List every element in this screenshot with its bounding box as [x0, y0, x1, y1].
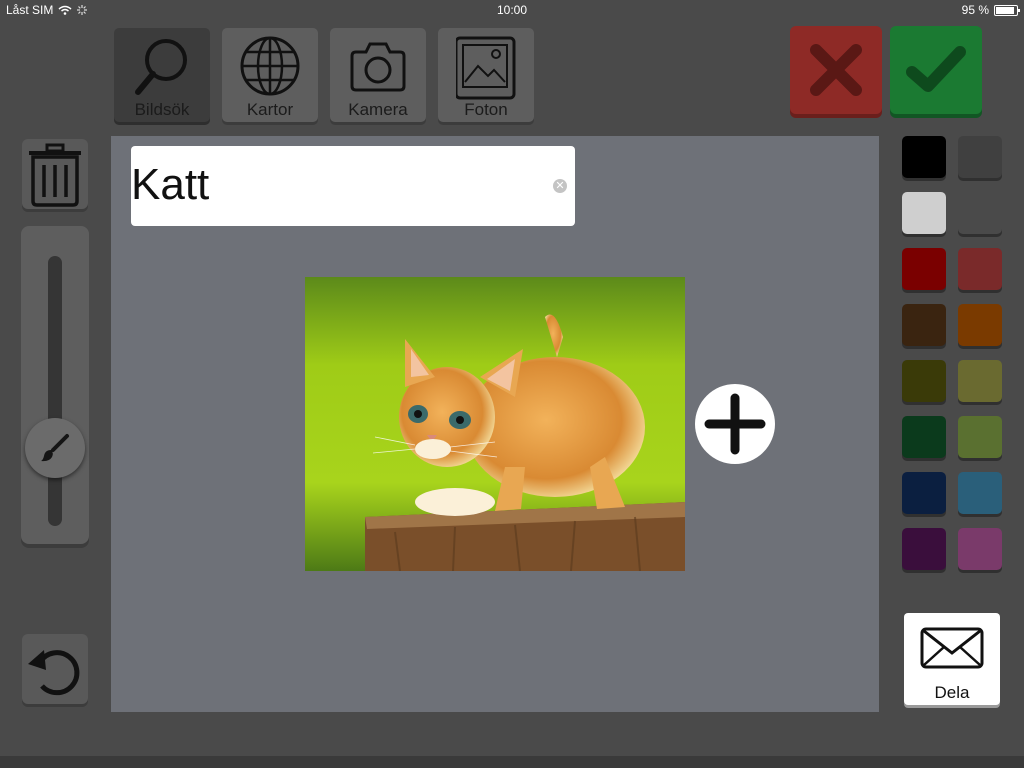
share-button[interactable]: Dela [904, 613, 1000, 705]
color-swatch[interactable] [958, 472, 1002, 514]
color-swatch[interactable] [902, 192, 946, 234]
undo-button[interactable] [22, 634, 88, 704]
close-icon [810, 44, 862, 96]
checkmark-icon [906, 46, 966, 92]
clear-text-icon[interactable]: ✕ [553, 179, 567, 193]
plus-icon [704, 393, 766, 455]
maps-button[interactable]: Kartor [222, 28, 318, 122]
photos-button[interactable]: Foton [438, 28, 534, 122]
drawing-canvas[interactable]: Katt ✕ [111, 136, 879, 712]
color-swatch[interactable] [958, 360, 1002, 402]
color-swatch[interactable] [902, 472, 946, 514]
cancel-button[interactable] [790, 26, 882, 114]
color-swatch[interactable] [902, 528, 946, 570]
color-swatch[interactable] [902, 136, 946, 178]
maps-label: Kartor [246, 100, 294, 119]
battery-icon [994, 4, 1020, 16]
color-swatch[interactable] [958, 416, 1002, 458]
color-swatch[interactable] [958, 136, 1002, 178]
camera-label: Kamera [348, 100, 408, 119]
confirm-button[interactable] [890, 26, 982, 114]
kitten-photo[interactable] [305, 277, 685, 571]
delete-button[interactable] [22, 139, 88, 209]
brush-icon [41, 434, 69, 462]
color-swatch[interactable] [958, 528, 1002, 570]
color-swatch[interactable] [902, 304, 946, 346]
label-text-field[interactable]: Katt ✕ [131, 146, 575, 226]
photos-label: Foton [464, 100, 508, 119]
color-swatch[interactable] [902, 248, 946, 290]
clock: 10:00 [496, 3, 528, 17]
slider-track[interactable] [48, 256, 62, 526]
camera-icon [350, 42, 406, 92]
image-search-button[interactable]: Bildsök [114, 28, 210, 122]
color-swatch[interactable] [958, 192, 1002, 234]
camera-button[interactable]: Kamera [330, 28, 426, 122]
color-swatch[interactable] [958, 304, 1002, 346]
brush-size-slider[interactable] [21, 226, 89, 544]
bottom-bar [0, 756, 1024, 768]
image-search-label: Bildsök [134, 100, 190, 119]
label-text-value[interactable]: Katt [131, 160, 209, 210]
magnifier-icon [135, 39, 187, 95]
battery-percent: 95 % [961, 3, 989, 17]
trash-icon [29, 143, 81, 207]
color-swatch[interactable] [958, 248, 1002, 290]
slider-thumb[interactable] [25, 418, 85, 478]
globe-icon [240, 36, 300, 96]
battery-status: 95 % [961, 3, 1020, 17]
share-label: Dela [934, 683, 970, 702]
color-swatch[interactable] [902, 416, 946, 458]
photo-frame-icon [456, 36, 516, 100]
color-swatch[interactable] [902, 360, 946, 402]
add-button[interactable] [695, 384, 775, 464]
undo-icon [28, 650, 80, 696]
status-bar: Låst SIM 10:00 95 % [0, 0, 1024, 20]
envelope-icon [920, 627, 984, 669]
